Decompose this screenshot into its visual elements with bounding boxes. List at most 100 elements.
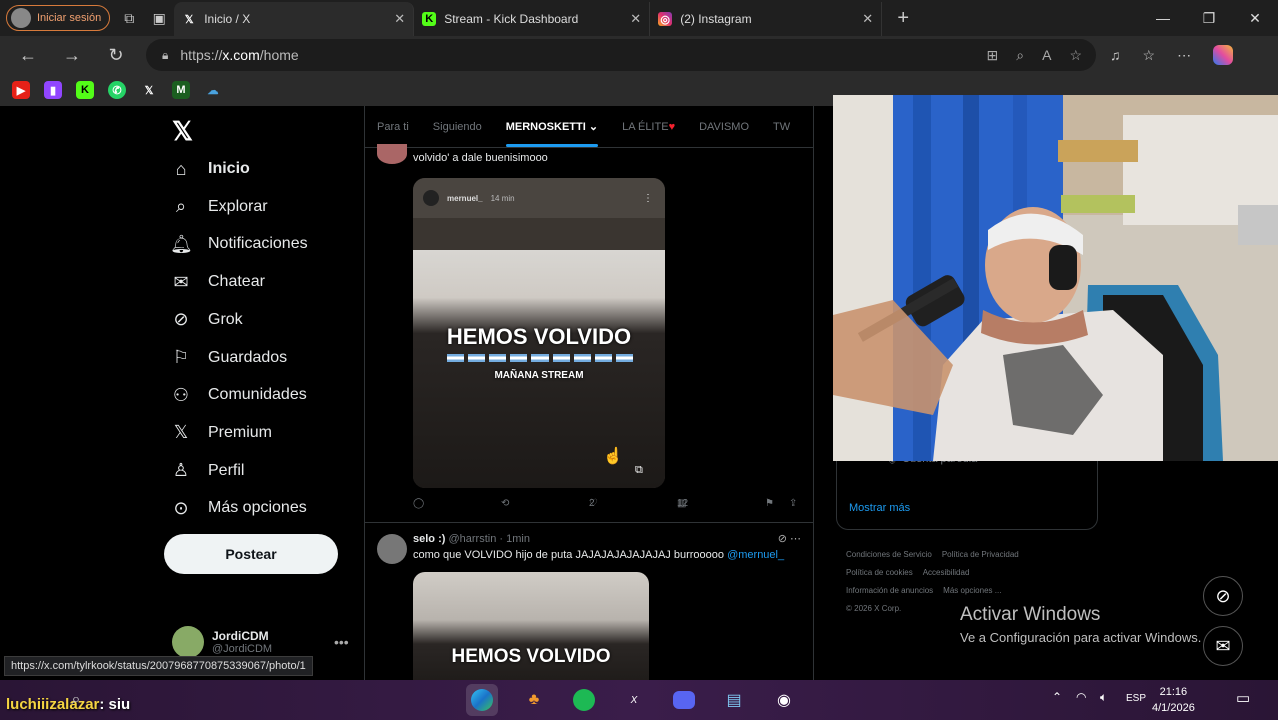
clock[interactable]: 21:16 4/1/2026 (1152, 684, 1195, 716)
grok-icon[interactable]: ⊘ (1203, 576, 1243, 616)
nav-item-notificaciones[interactable]: 🔔︎ Notificaciones (170, 229, 308, 259)
footer-link[interactable]: Información de anuncios (846, 586, 933, 595)
fl-studio-icon[interactable]: ♣ (518, 684, 550, 716)
edge-browser-icon[interactable] (466, 684, 498, 716)
reply-icon[interactable]: ◯ (413, 498, 424, 509)
mention-link[interactable]: @mernuel_ (727, 549, 784, 561)
nav-item-comunidades[interactable]: ⚇ Comunidades (170, 380, 307, 410)
nav-item-más-opciones[interactable]: ⊙ Más opciones (170, 493, 306, 523)
profile-button[interactable]: Iniciar sesión (6, 5, 111, 31)
account-switcher[interactable]: JordiCDM @JordiCDM (172, 626, 272, 658)
twitch-icon[interactable]: ▮ (44, 81, 62, 99)
extension-icon[interactable]: ♫ (1110, 47, 1121, 63)
new-tab-button[interactable]: + (888, 5, 918, 31)
xsplit-icon[interactable]: X (618, 684, 650, 716)
minimize-icon[interactable]: — (1140, 0, 1186, 36)
tab-para-ti[interactable]: Para ti (377, 121, 409, 133)
zoom-icon[interactable]: ⌕ (1016, 47, 1024, 64)
media-photo (413, 250, 665, 488)
tweet-media[interactable]: HEMOS VOLVIDO (413, 572, 649, 680)
nav-item-inicio[interactable]: ⌂ Inicio (170, 154, 250, 184)
obs-icon[interactable]: ◉ (768, 684, 800, 716)
close-icon[interactable]: ✕ (394, 11, 405, 27)
avatar[interactable] (377, 144, 407, 164)
apps-icon[interactable]: ⊞ (987, 47, 999, 64)
more-icon[interactable]: ⋯ (1177, 47, 1191, 64)
tweet-time: 1min (506, 533, 530, 545)
nav-item-grok[interactable]: ⊘ Grok (170, 305, 243, 335)
notification-icon[interactable]: ▭ (1236, 689, 1250, 707)
nav-item-label: Guardados (208, 348, 288, 366)
retweet-icon[interactable]: ⟲ (501, 498, 509, 509)
nav-item-chatear[interactable]: ✉ Chatear (170, 267, 265, 297)
search-icon[interactable]: ⌕ (60, 684, 92, 716)
language-indicator[interactable]: ESP (1126, 693, 1146, 704)
nav-item-premium[interactable]: 𝕏 Premium (170, 418, 272, 448)
nav-item-label: Comunidades (208, 386, 307, 404)
tab-la-elite[interactable]: LA ÉLITE♥ (622, 121, 675, 133)
grok-icon[interactable]: ⊘ (778, 533, 787, 545)
nav-item-label: Chatear (208, 273, 265, 291)
more-circle-icon: ⊙ (173, 497, 189, 518)
cloud-icon[interactable]: ☁ (204, 81, 222, 99)
tab-instagram[interactable]: ◎ (2) Instagram ✕ (650, 2, 883, 36)
tab-davismo[interactable]: DAVISMO (699, 121, 749, 133)
media-overlay-sub: MAÑANA STREAM (494, 370, 584, 381)
notepad-icon[interactable]: ▤ (718, 684, 750, 716)
footer-link[interactable]: Más opciones ... (943, 586, 1001, 595)
youtube-icon[interactable]: ▶ (12, 81, 30, 99)
nav-item-guardados[interactable]: ⚐ Guardados (170, 343, 287, 373)
forward-icon[interactable]: → (50, 36, 94, 74)
favorites-icon[interactable]: ☆ (1143, 47, 1156, 64)
tweet-media[interactable]: mernuel_ 14 min ⋮ HEMOS VOLVIDO MAÑANA S… (413, 178, 665, 488)
bookmark-icon[interactable]: ⚑ (765, 498, 774, 509)
tab-tw[interactable]: TW (773, 121, 790, 133)
url-field[interactable]: 🔒︎ https://x.com/home ⊞ ⌕ A ☆ (146, 39, 1096, 71)
discord-icon[interactable] (668, 684, 700, 716)
restore-icon[interactable]: ❐ (1186, 0, 1232, 36)
author-name[interactable]: selo :) (413, 533, 445, 545)
avatar[interactable] (377, 534, 407, 564)
footer-link[interactable]: Condiciones de Servicio (846, 550, 932, 559)
more-icon[interactable]: ⋯ (790, 533, 801, 545)
reload-icon[interactable]: ↻ (94, 36, 138, 74)
close-icon[interactable]: ✕ (630, 11, 641, 27)
read-aloud-icon[interactable]: A (1042, 47, 1051, 63)
close-icon[interactable]: ✕ (862, 11, 873, 27)
home-icon: ⌂ (175, 158, 187, 179)
tab-x-home[interactable]: 𝕏 Inicio / X ✕ (174, 2, 415, 36)
share-icon[interactable]: ⇪ (789, 498, 797, 509)
footer-link[interactable]: Accesibilidad (923, 568, 970, 577)
spotify-icon[interactable] (568, 684, 600, 716)
kick-logo-icon[interactable]: K (76, 81, 94, 99)
divider (365, 522, 813, 523)
tweet-text: como que VOLVIDO hijo de puta JAJAJAJAJA… (413, 549, 784, 561)
x-logo-icon[interactable]: 𝕏 (172, 116, 193, 147)
wifi-icon[interactable]: ◠ (1076, 690, 1086, 704)
tab-actions-icon[interactable]: ▣ (144, 5, 174, 31)
mail-icon[interactable]: ✉ (1203, 626, 1243, 666)
tab-kick-dashboard[interactable]: K Stream - Kick Dashboard ✕ (414, 2, 651, 36)
back-icon[interactable]: ← (6, 36, 50, 74)
tab-title: Stream - Kick Dashboard (444, 12, 579, 26)
copilot-icon[interactable] (1213, 45, 1234, 65)
media-overlay-title: HEMOS VOLVIDO (446, 324, 632, 349)
footer-link[interactable]: Política de Privacidad (942, 550, 1019, 559)
workspaces-icon[interactable]: ⧉ (114, 5, 144, 31)
volume-icon[interactable]: 🔈︎ (1100, 690, 1107, 705)
chevron-up-icon[interactable]: ⌃ (1052, 690, 1062, 704)
footer-link[interactable]: Política de cookies (846, 568, 913, 577)
favorite-star-icon[interactable]: ☆ (1069, 47, 1082, 64)
bookmark-app-icon[interactable]: M (172, 81, 190, 99)
tab-mernosketti[interactable]: MERNOSKETTI ⌄ (505, 120, 599, 147)
more-icon[interactable]: ••• (334, 634, 349, 650)
x-logo-icon[interactable]: 𝕏 (140, 81, 158, 99)
close-window-icon[interactable]: ✕ (1232, 0, 1278, 36)
tab-siguiendo[interactable]: Siguiendo (433, 121, 482, 133)
show-more-link[interactable]: Mostrar más (849, 502, 910, 514)
post-button[interactable]: Postear (164, 534, 338, 574)
nav-item-perfil[interactable]: ♙ Perfil (170, 456, 245, 486)
nav-item-explorar[interactable]: ⌕ Explorar (170, 192, 268, 222)
whatsapp-icon[interactable]: ✆ (108, 81, 126, 99)
nav-item-label: Grok (208, 310, 243, 328)
